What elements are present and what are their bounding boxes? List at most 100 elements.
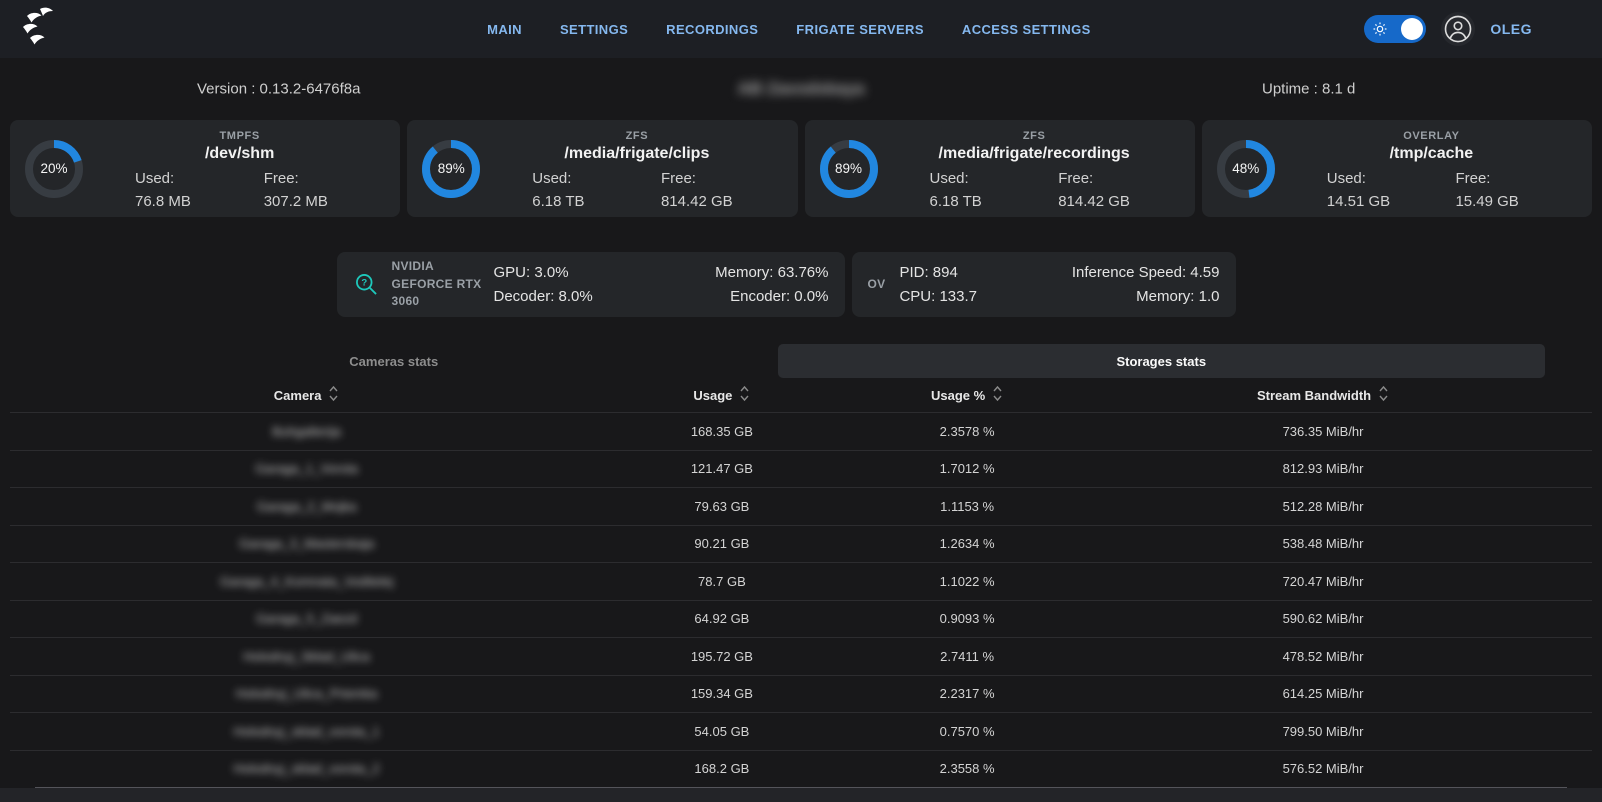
bottom-strip	[0, 788, 1602, 802]
tab-storages-stats[interactable]: Storages stats	[778, 344, 1546, 378]
storage-card: 89% ZFS /media/frigate/recordings Used: …	[805, 120, 1195, 217]
detector-cpu: CPU: 133.7	[899, 288, 977, 305]
used-label: Used:	[930, 170, 1059, 187]
storage-cards-row: 20% TMPFS /dev/shm Used: 76.8 MB Free: 3…	[10, 120, 1592, 217]
cell-usage: 168.35 GB	[603, 424, 840, 439]
frigate-logo-icon[interactable]	[16, 7, 60, 51]
storage-fs-type: TMPFS	[93, 130, 386, 142]
storage-card-body: OVERLAY /tmp/cache Used: 14.51 GB Free: …	[1277, 121, 1592, 217]
cell-usage-percent: 1.2634 %	[841, 536, 1094, 551]
nav-link-access-settings[interactable]: ACCESS SETTINGS	[962, 22, 1091, 37]
used-free-grid: Used: 76.8 MB Free: 307.2 MB	[93, 170, 386, 210]
table-row[interactable]: Holodnyj_Sklad_Ulica 195.72 GB 2.7411 % …	[10, 637, 1592, 675]
free-value: 307.2 MB	[264, 193, 387, 210]
detector-pid: PID: 894	[899, 264, 977, 281]
nav-link-settings[interactable]: SETTINGS	[560, 22, 628, 37]
storage-fs-type: OVERLAY	[1285, 130, 1578, 142]
cell-usage-percent: 2.3558 %	[841, 761, 1094, 776]
cell-usage-percent: 0.7570 %	[841, 724, 1094, 739]
used-label: Used:	[135, 170, 264, 187]
table-body: Buhgalterija 168.35 GB 2.3578 % 736.35 M…	[10, 412, 1592, 787]
cell-usage-percent: 2.2317 %	[841, 686, 1094, 701]
column-header-usage-percent[interactable]: Usage %	[841, 385, 1094, 405]
column-header-camera[interactable]: Camera	[10, 385, 603, 405]
used-value: 6.18 TB	[532, 193, 661, 210]
cell-stream-bandwidth: 478.52 MiB/hr	[1094, 649, 1553, 664]
nav-links: MAIN SETTINGS RECORDINGS FRIGATE SERVERS ACC…	[487, 0, 1091, 58]
gpu-stats: GPU: 3.0% Decoder: 8.0% Memory: 63.76% E…	[494, 264, 829, 305]
nav-right-cluster: OLEG	[1364, 0, 1532, 58]
storage-mount-path: /dev/shm	[93, 145, 386, 163]
used-label: Used:	[532, 170, 661, 187]
storage-usage-donut: 20%	[23, 138, 85, 200]
storage-mount-path: /tmp/cache	[1285, 145, 1578, 163]
table-row[interactable]: Garaga_4_Komnata_Voditelej 78.7 GB 1.102…	[10, 562, 1592, 600]
storage-card-body: ZFS /media/frigate/clips Used: 6.18 TB F…	[482, 121, 797, 217]
theme-toggle[interactable]	[1364, 15, 1426, 43]
table-row[interactable]: Garaga_2_Mojka 79.63 GB 1.1153 % 512.28 …	[10, 487, 1592, 525]
free-value: 15.49 GB	[1455, 193, 1578, 210]
gpu-search-icon: ?	[353, 271, 380, 298]
table-row[interactable]: Holodnyj_Ulica_Priemka 159.34 GB 2.2317 …	[10, 675, 1592, 713]
cell-stream-bandwidth: 720.47 MiB/hr	[1094, 574, 1553, 589]
cell-stream-bandwidth: 614.25 MiB/hr	[1094, 686, 1553, 701]
storage-percent-label: 20%	[23, 138, 85, 200]
gpu-name: NVIDIA GEFORCE RTX 3060	[392, 258, 494, 310]
gpu-memory: Memory: 63.76%	[715, 264, 828, 281]
cell-camera-name-blurred: Garaga_4_Komnata_Voditelej	[10, 574, 603, 589]
used-free-grid: Used: 6.18 TB Free: 814.42 GB	[888, 170, 1181, 210]
storages-stats-table: Camera Usage Usage % Stream Bandwidth	[10, 378, 1592, 788]
used-label: Used:	[1327, 170, 1456, 187]
used-value: 76.8 MB	[135, 193, 264, 210]
cell-camera-name-blurred: Garaga_3_Masterskaja	[10, 536, 603, 551]
column-header-stream-bandwidth[interactable]: Stream Bandwidth	[1094, 385, 1553, 405]
table-row[interactable]: Garaga_1_Vorota 121.47 GB 1.7012 % 812.9…	[10, 450, 1592, 488]
frigate-dashboard: MAIN SETTINGS RECORDINGS FRIGATE SERVERS ACC…	[0, 0, 1602, 802]
sort-icon[interactable]	[739, 385, 750, 405]
sort-icon[interactable]	[1378, 385, 1389, 405]
free-label: Free:	[661, 170, 784, 187]
page-title-blurred: AB Zavodskaya	[0, 79, 1602, 99]
sort-icon[interactable]	[992, 385, 1003, 405]
table-row[interactable]: Garaga_5_Zaezd 64.92 GB 0.9093 % 590.62 …	[10, 600, 1592, 638]
cell-camera-name-blurred: Garaga_5_Zaezd	[10, 611, 603, 626]
toggle-thumb[interactable]	[1401, 18, 1423, 40]
table-row[interactable]: Garaga_3_Masterskaja 90.21 GB 1.2634 % 5…	[10, 525, 1592, 563]
cell-usage-percent: 1.7012 %	[841, 461, 1094, 476]
tab-cameras-stats[interactable]: Cameras stats	[10, 344, 778, 378]
gpu-usage: GPU: 3.0%	[494, 264, 593, 281]
cell-usage: 195.72 GB	[603, 649, 840, 664]
table-row[interactable]: Holodnyj_sklad_vorota_2 168.2 GB 2.3558 …	[10, 750, 1592, 788]
storage-card: 48% OVERLAY /tmp/cache Used: 14.51 GB Fr…	[1202, 120, 1592, 217]
detector-memory: Memory: 1.0	[1072, 288, 1220, 305]
top-nav-bar: MAIN SETTINGS RECORDINGS FRIGATE SERVERS ACC…	[0, 0, 1602, 58]
cell-camera-name-blurred: Holodnyj_Sklad_Ulica	[10, 649, 603, 664]
sun-icon	[1373, 22, 1387, 41]
stats-tabbar: Cameras stats Storages stats	[10, 344, 1545, 378]
storage-usage-donut: 89%	[818, 138, 880, 200]
account-icon[interactable]	[1441, 12, 1475, 46]
table-row[interactable]: Holodnyj_sklad_vorota_1 54.05 GB 0.7570 …	[10, 712, 1592, 750]
storage-fs-type: ZFS	[888, 130, 1181, 142]
used-free-grid: Used: 6.18 TB Free: 814.42 GB	[490, 170, 783, 210]
nav-link-frigate-servers[interactable]: FRIGATE SERVERS	[796, 22, 924, 37]
process-cards-row: ? NVIDIA GEFORCE RTX 3060 GPU: 3.0% Deco…	[0, 252, 1587, 317]
username[interactable]: OLEG	[1490, 21, 1532, 37]
sort-icon[interactable]	[328, 385, 339, 405]
cell-camera-name-blurred: Garaga_1_Vorota	[10, 461, 603, 476]
detector-name: OV	[868, 276, 886, 293]
cell-stream-bandwidth: 576.52 MiB/hr	[1094, 761, 1553, 776]
table-row[interactable]: Buhgalterija 168.35 GB 2.3578 % 736.35 M…	[10, 412, 1592, 450]
cell-usage: 168.2 GB	[603, 761, 840, 776]
used-free-grid: Used: 14.51 GB Free: 15.49 GB	[1285, 170, 1578, 210]
detector-stats: PID: 894 CPU: 133.7 Inference Speed: 4.5…	[899, 264, 1219, 305]
storage-card-body: ZFS /media/frigate/recordings Used: 6.18…	[880, 121, 1195, 217]
storage-mount-path: /media/frigate/recordings	[888, 145, 1181, 163]
cell-usage-percent: 1.1153 %	[841, 499, 1094, 514]
detector-inference-speed: Inference Speed: 4.59	[1072, 264, 1220, 281]
nav-link-main[interactable]: MAIN	[487, 22, 522, 37]
column-header-usage[interactable]: Usage	[603, 385, 840, 405]
cell-camera-name-blurred: Garaga_2_Mojka	[10, 499, 603, 514]
cell-usage-percent: 2.3578 %	[841, 424, 1094, 439]
nav-link-recordings[interactable]: RECORDINGS	[666, 22, 758, 37]
